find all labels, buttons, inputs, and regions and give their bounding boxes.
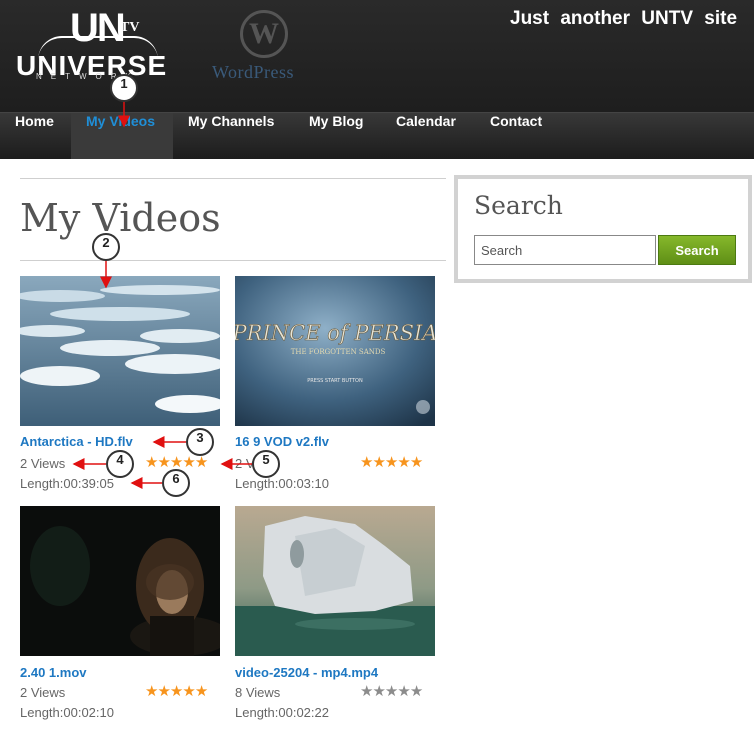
star-icon[interactable]: ★: [360, 453, 373, 471]
nav-contact[interactable]: Contact: [475, 113, 557, 159]
rating-stars[interactable]: ★★★★★: [360, 453, 423, 471]
game-title-image: PRINCE of PERSIA THE FORGOTTEN SANDS PRE…: [235, 276, 435, 426]
video-length: Length:00:39:05: [20, 476, 114, 491]
video-thumbnail-prince-of-persia[interactable]: PRINCE of PERSIA THE FORGOTTEN SANDS PRE…: [235, 276, 435, 426]
page-title: My Videos: [20, 196, 221, 240]
star-icon[interactable]: ★: [157, 682, 170, 700]
star-icon[interactable]: ★: [397, 682, 410, 700]
video-length: Length:00:02:22: [235, 705, 329, 720]
video-title-link[interactable]: Antarctica - HD.flv: [20, 434, 133, 449]
video-thumbnail-iceberg[interactable]: [235, 506, 435, 656]
site-tagline: Just another UNTV site: [510, 8, 738, 29]
main-nav: Home My Videos My Channels My Blog Calen…: [0, 112, 754, 159]
video-thumbnail-dark-scene[interactable]: [20, 506, 220, 656]
callout-4: 4: [106, 450, 134, 478]
rating-stars[interactable]: ★★★★★: [360, 682, 423, 700]
star-icon[interactable]: ★: [410, 682, 423, 700]
wordpress-text: WordPress: [212, 62, 295, 82]
search-input[interactable]: [474, 235, 656, 265]
star-icon[interactable]: ★: [145, 453, 158, 471]
star-icon[interactable]: ★: [372, 682, 385, 700]
video-title-link[interactable]: video-25204 - mp4.mp4: [235, 665, 378, 680]
divider-top: [20, 178, 446, 179]
video-thumbnail-antarctica[interactable]: [20, 276, 220, 426]
rating-stars[interactable]: ★★★★★: [145, 682, 208, 700]
star-icon[interactable]: ★: [170, 682, 183, 700]
star-icon[interactable]: ★: [182, 682, 195, 700]
nav-my-blog[interactable]: My Blog: [294, 113, 378, 159]
video-views: 2 Views: [20, 685, 66, 700]
callout-2: 2: [92, 233, 120, 261]
search-button[interactable]: Search: [658, 235, 736, 265]
video-views: 8 Views: [235, 685, 281, 700]
untv-logo[interactable]: UN TV UNIVERSE NETWORK: [14, 6, 174, 86]
star-icon[interactable]: ★: [145, 682, 158, 700]
star-icon[interactable]: ★: [182, 453, 195, 471]
callout-3: 3: [186, 428, 214, 456]
svg-text:PRINCE of PERSIA: PRINCE of PERSIA: [235, 321, 435, 345]
callout-6: 6: [162, 469, 190, 497]
video-title-link[interactable]: 16 9 VOD v2.flv: [235, 434, 329, 449]
svg-text:PRESS START BUTTON: PRESS START BUTTON: [307, 378, 363, 384]
callout-1: 1: [110, 74, 138, 102]
star-icon[interactable]: ★: [385, 453, 398, 471]
star-icon[interactable]: ★: [157, 453, 170, 471]
video-length: Length:00:02:10: [20, 705, 114, 720]
svg-text:THE FORGOTTEN SANDS: THE FORGOTTEN SANDS: [291, 348, 386, 356]
star-icon[interactable]: ★: [360, 682, 373, 700]
star-icon[interactable]: ★: [385, 682, 398, 700]
wordpress-logo: W WordPress: [212, 10, 322, 82]
callout-5: 5: [252, 450, 280, 478]
video-length: Length:00:03:10: [235, 476, 329, 491]
wordpress-icon: W: [240, 10, 288, 58]
nav-my-channels[interactable]: My Channels: [173, 113, 289, 159]
search-widget: Search Search: [454, 175, 752, 283]
divider-bottom: [20, 260, 446, 261]
search-widget-title: Search: [474, 191, 563, 220]
nav-calendar[interactable]: Calendar: [381, 113, 471, 159]
nav-my-videos[interactable]: My Videos: [71, 113, 173, 159]
video-title-link[interactable]: 2.40 1.mov: [20, 665, 87, 680]
dark-scene-image: [20, 506, 220, 656]
star-icon[interactable]: ★: [397, 453, 410, 471]
star-icon[interactable]: ★: [195, 682, 208, 700]
logo-tv-text: TV: [120, 20, 140, 35]
star-icon[interactable]: ★: [372, 453, 385, 471]
ice-sea-image: [20, 276, 220, 426]
star-icon[interactable]: ★: [410, 453, 423, 471]
nav-home[interactable]: Home: [0, 113, 69, 159]
video-views: 2 Views: [20, 456, 66, 471]
iceberg-image: [235, 506, 435, 656]
